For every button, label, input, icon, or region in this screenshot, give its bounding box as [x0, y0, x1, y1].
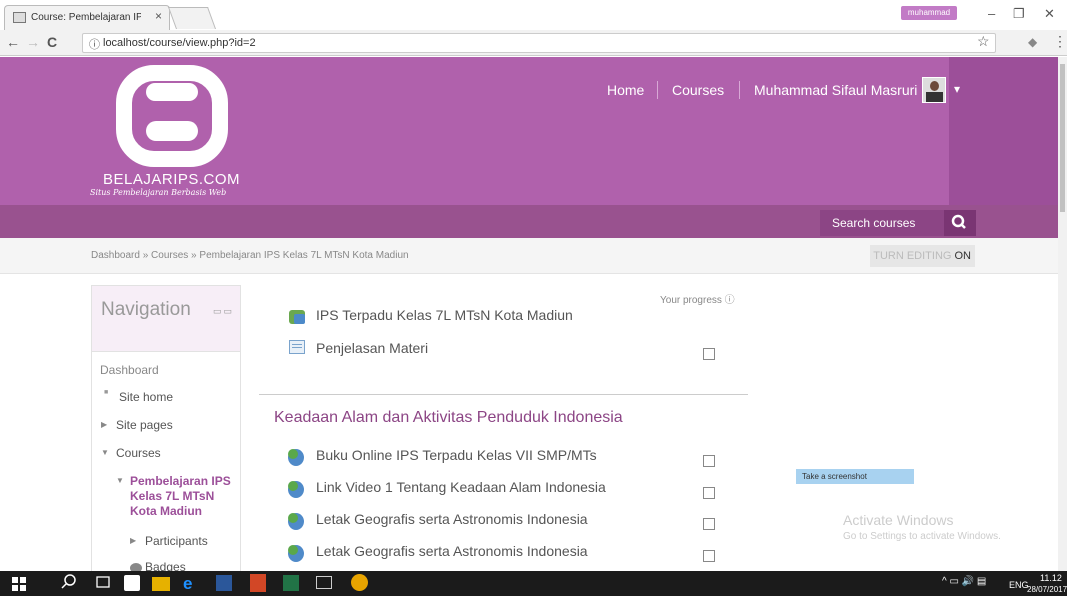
url-input[interactable]: ⓘ localhost/course/view.php?id=2: [82, 33, 996, 53]
clock-date[interactable]: 28/07/2017: [1027, 585, 1067, 594]
section-title: Keadaan Alam dan Aktivitas Penduduk Indo…: [274, 409, 623, 426]
avatar[interactable]: [922, 77, 946, 103]
new-tab-button[interactable]: [167, 7, 217, 29]
activity-link[interactable]: Link Video 1 Tentang Keadaan Alam Indone…: [316, 479, 606, 495]
navigation-title: Navigation: [101, 299, 191, 320]
nav-item-current-course[interactable]: Pembelajaran IPS Kelas 7L MTsN Kota Madi…: [130, 474, 240, 519]
dock-icon[interactable]: ▭▭: [213, 306, 234, 317]
user-menu-link[interactable]: Muhammad Sifaul Masruri: [754, 82, 917, 98]
browser-menu-icon[interactable]: ⋮: [1053, 33, 1067, 50]
forum-icon: [289, 310, 305, 324]
nav-home-link[interactable]: Home: [607, 82, 644, 98]
nav-courses-link[interactable]: Courses: [672, 82, 724, 98]
activity-page-link[interactable]: Penjelasan Materi: [316, 340, 428, 356]
url-resource-icon: [288, 545, 304, 562]
logo-shape: [146, 121, 198, 141]
terminal-icon[interactable]: [316, 576, 332, 589]
edit-button-label: TURN EDITING: [873, 250, 955, 262]
logo-shape: [146, 83, 198, 101]
bullet-icon: ■: [104, 389, 109, 396]
breadcrumb[interactable]: Dashboard » Courses » Pembelajaran IPS K…: [91, 250, 409, 261]
completion-checkbox[interactable]: [703, 348, 715, 360]
navigation-header: Navigation ▭▭: [92, 286, 240, 352]
tab-close-icon[interactable]: ×: [155, 9, 162, 23]
turn-editing-on-button[interactable]: TURN EDITING ON: [870, 245, 975, 267]
restore-button[interactable]: ❐: [1013, 6, 1025, 22]
progress-label: Your progress ⓘ: [660, 295, 735, 306]
system-tray-icons[interactable]: ^ ▭ 🔊 ▤: [942, 576, 986, 587]
favicon-icon: [13, 12, 26, 23]
activity-link[interactable]: Letak Geografis serta Astronomis Indones…: [316, 543, 588, 559]
url-resource-icon: [288, 513, 304, 530]
url-text: localhost/course/view.php?id=2: [103, 37, 256, 49]
activate-windows-subtitle: Go to Settings to activate Windows.: [843, 531, 1001, 542]
navigation-block: Navigation ▭▭ Dashboard ■ Site home ▶ Si…: [91, 285, 241, 585]
chevron-down-icon[interactable]: ▾: [954, 82, 960, 96]
windows-start-icon[interactable]: [12, 577, 26, 591]
take-screenshot-button[interactable]: Take a screenshot: [796, 469, 914, 484]
forward-icon[interactable]: →: [26, 34, 40, 50]
nav-item-dashboard[interactable]: Dashboard: [100, 363, 159, 377]
avatar-head: [930, 81, 939, 91]
close-window-button[interactable]: ✕: [1044, 6, 1055, 22]
nav-item-courses[interactable]: Courses: [116, 446, 161, 460]
user-panel: [949, 57, 1058, 205]
browser-tab[interactable]: Course: Pembelajaran IPS ×: [4, 5, 170, 30]
search-icon: [951, 214, 966, 229]
nav-divider: [739, 81, 740, 99]
task-view-icon[interactable]: [94, 573, 112, 591]
edge-icon[interactable]: e: [183, 574, 201, 593]
minimize-button[interactable]: –: [988, 6, 995, 21]
logo-slogan: Situs Pembelajaran Berbasis Web: [90, 188, 227, 197]
site-header: BELAJARIPS.COM Situs Pembelajaran Berbas…: [0, 57, 1058, 205]
search-button[interactable]: [944, 210, 976, 236]
logo-bar: [134, 105, 210, 118]
collapse-icon[interactable]: ▼: [101, 448, 109, 457]
edit-button-on: ON: [954, 250, 972, 262]
app-icon[interactable]: [250, 574, 266, 592]
search-placeholder: Search courses: [832, 216, 916, 230]
url-resource-icon: [288, 449, 304, 466]
collapse-icon[interactable]: ▼: [116, 476, 124, 485]
section-divider: [259, 394, 748, 395]
nav-item-site-home[interactable]: Site home: [119, 390, 173, 404]
expand-icon[interactable]: ▶: [130, 536, 136, 545]
search-icon[interactable]: [60, 573, 78, 591]
back-icon[interactable]: ←: [6, 34, 20, 50]
completion-checkbox[interactable]: [703, 518, 715, 530]
store-icon[interactable]: [124, 575, 140, 591]
chrome-icon[interactable]: [351, 574, 368, 591]
url-resource-icon: [288, 481, 304, 498]
expand-icon[interactable]: ▶: [101, 420, 107, 429]
clock-time[interactable]: 11.12: [1040, 573, 1062, 583]
file-explorer-icon[interactable]: [152, 577, 170, 591]
activate-windows-title: Activate Windows: [843, 512, 954, 528]
page-icon: [289, 340, 305, 354]
nav-divider: [657, 81, 658, 99]
scrollbar-thumb[interactable]: [1060, 64, 1065, 212]
logo-text: BELAJARIPS.COM: [103, 171, 241, 188]
completion-checkbox[interactable]: [703, 550, 715, 562]
bookmark-star-icon[interactable]: ☆: [977, 33, 990, 50]
extension-icon[interactable]: ◆: [1028, 35, 1037, 49]
activity-link[interactable]: Letak Geografis serta Astronomis Indones…: [316, 511, 588, 527]
avatar-body: [926, 92, 943, 102]
reload-icon[interactable]: C: [47, 34, 57, 50]
nav-item-participants[interactable]: Participants: [145, 534, 208, 548]
excel-icon[interactable]: [283, 575, 299, 591]
completion-checkbox[interactable]: [703, 455, 715, 467]
completion-checkbox[interactable]: [703, 487, 715, 499]
word-icon[interactable]: [216, 575, 232, 591]
language-indicator[interactable]: ENG: [1009, 580, 1029, 590]
activity-link[interactable]: Buku Online IPS Terpadu Kelas VII SMP/MT…: [316, 447, 597, 463]
info-icon: ⓘ: [89, 39, 100, 51]
profile-badge[interactable]: muhammad: [901, 6, 957, 20]
nav-item-site-pages[interactable]: Site pages: [116, 418, 173, 432]
activity-forum-link[interactable]: IPS Terpadu Kelas 7L MTsN Kota Madiun: [316, 307, 573, 323]
tab-title: Course: Pembelajaran IPS: [31, 12, 141, 23]
